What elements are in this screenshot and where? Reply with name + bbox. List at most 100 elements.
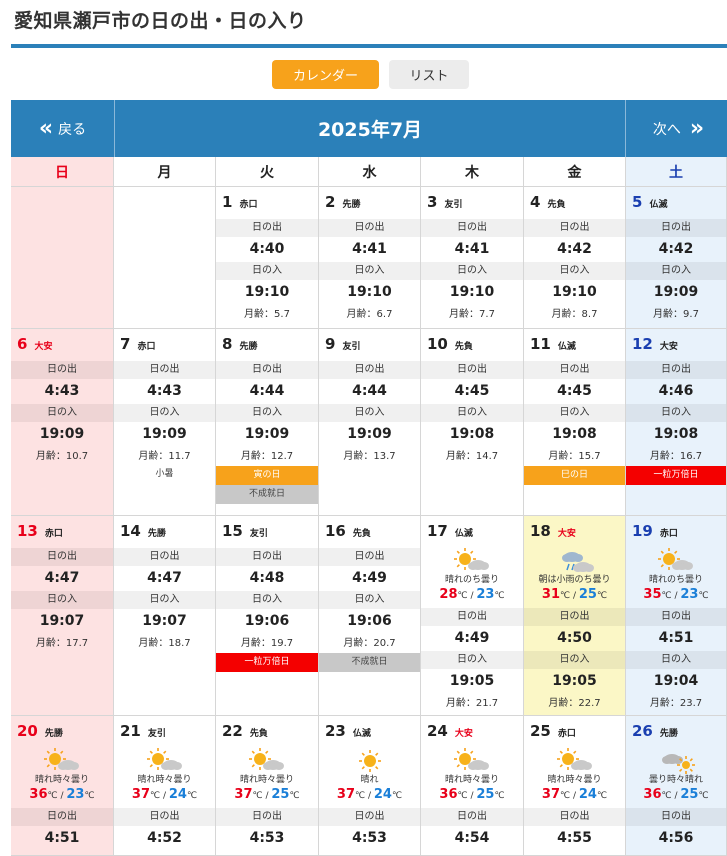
auspicious-day-tag: 寅の日 (216, 466, 318, 485)
day-number: 3 (427, 193, 438, 211)
day-cell[interactable]: 4 先負 日の出 4:42 日の入 19:10 月齢：8.7 (524, 187, 626, 328)
day-header: 22 先負 (216, 722, 318, 748)
day-cell[interactable]: 26 先勝 曇り時々晴れ 36℃ / 25℃ 日の出 4:56 (626, 716, 727, 855)
high-temp: 37 (131, 787, 150, 802)
view-toggle: カレンダー リスト (272, 60, 469, 89)
low-temp: 23 (680, 587, 699, 602)
day-cell[interactable]: 11 仏滅 日の出 4:45 日の入 19:08 月齢：15.7 巳の日 (524, 329, 626, 515)
weather-block: 曇り時々晴れ 36℃ / 25℃ (626, 748, 726, 808)
day-header: 2 先勝 (319, 193, 420, 219)
sunrise-time: 4:51 (658, 630, 694, 646)
weather-text: 晴れのち曇り (444, 575, 499, 585)
day-header: 20 先勝 (11, 722, 113, 748)
prev-month-button[interactable]: « 戻る (11, 100, 114, 157)
sunrise-label: 日の出 (626, 808, 726, 826)
sunset-time: 19:08 (653, 426, 699, 442)
weather-block: 晴れ時々曇り 37℃ / 25℃ (216, 748, 318, 808)
day-number: 13 (17, 522, 38, 540)
rokuyo-label: 仏滅 (557, 342, 576, 352)
rokuyo-label: 大安 (557, 529, 576, 539)
day-header: 17 仏滅 (421, 522, 523, 548)
sunrise-time: 4:55 (557, 830, 592, 846)
list-view-button[interactable]: リスト (389, 60, 469, 89)
sunrise-label: 日の出 (216, 219, 318, 237)
day-cell[interactable]: 3 友引 日の出 4:41 日の入 19:10 月齢：7.7 (421, 187, 524, 328)
sunset-label: 日の入 (11, 404, 113, 422)
high-temp: 31 (541, 587, 560, 602)
weather-text: 朝は小雨のち曇り (538, 575, 611, 585)
sunrise-label: 日の出 (319, 361, 420, 379)
sunrise-time: 4:56 (658, 830, 694, 846)
day-cell[interactable]: 18 大安 朝は小雨のち曇り 31℃ / 25℃ 日の出 4:50 日の入 19:05 月齢：2… (524, 516, 626, 715)
sunset-time: 19:09 (347, 426, 392, 442)
day-header: 9 友引 (319, 335, 420, 361)
sunrise-time: 4:49 (352, 570, 387, 586)
high-temp: 37 (234, 787, 253, 802)
day-cell[interactable]: 15 友引 日の出 4:48 日の入 19:06 月齢：19.7 一粒万倍日 (216, 516, 319, 715)
day-cell[interactable]: 24 大安 晴れ時々曇り 36℃ / 25℃ 日の出 4:54 (421, 716, 524, 855)
sunset-label: 日の入 (524, 404, 625, 422)
high-temp: 36 (643, 787, 662, 802)
sunrise-time: 4:44 (249, 383, 285, 399)
sunset-time: 19:10 (244, 284, 290, 300)
high-temp: 36 (439, 787, 458, 802)
day-cell[interactable]: 8 先勝 日の出 4:44 日の入 19:09 月齢：12.7 寅の日 不成就日 (216, 329, 319, 515)
moon-age: 月齢：8.7 (551, 309, 598, 320)
day-cell[interactable]: 9 友引 日の出 4:44 日の入 19:09 月齢：13.7 (319, 329, 421, 515)
moon-age: 月齢：16.7 (649, 451, 703, 462)
title-divider (11, 44, 727, 48)
day-cell[interactable]: 10 先負 日の出 4:45 日の入 19:08 月齢：14.7 (421, 329, 524, 515)
sunset-label: 日の入 (319, 262, 420, 280)
temperature: 37℃ / 24℃ (336, 787, 403, 802)
day-cell[interactable]: 7 赤口 日の出 4:43 日の入 19:09 月齢：11.7 小暑 (114, 329, 216, 515)
moon-age: 月齢：5.7 (244, 309, 290, 320)
calendar-grid: 1 赤口 日の出 4:40 日の入 19:10 月齢：5.7 2 先勝 日の出 4:41 日の入 19:… (11, 187, 727, 856)
rokuyo-label: 先勝 (659, 729, 678, 739)
sunset-time: 19:06 (244, 613, 290, 629)
sunset-time: 19:09 (653, 284, 699, 300)
rokuyo-label: 仏滅 (454, 529, 473, 539)
sun-cloud-icon (216, 748, 318, 774)
page-title: 愛知県瀬戸市の日の出・日の入り (14, 10, 307, 32)
calendar-view-button[interactable]: カレンダー (272, 60, 379, 89)
day-cell[interactable]: 21 友引 晴れ時々曇り 37℃ / 24℃ 日の出 4:52 (114, 716, 216, 855)
day-cell[interactable]: 12 大安 日の出 4:46 日の入 19:08 月齢：16.7 一粒万倍日 (626, 329, 727, 515)
day-cell[interactable]: 2 先勝 日の出 4:41 日の入 19:10 月齢：6.7 (319, 187, 421, 328)
auspicious-day-tag: 巳の日 (524, 466, 625, 485)
day-cell[interactable]: 25 赤口 晴れ時々曇り 37℃ / 24℃ 日の出 4:55 (524, 716, 626, 855)
day-cell[interactable]: 19 赤口 晴れのち曇り 35℃ / 23℃ 日の出 4:51 日の入 19:04 月齢：23.… (626, 516, 727, 715)
sunset-time: 19:08 (449, 426, 495, 442)
day-cell[interactable]: 1 赤口 日の出 4:40 日の入 19:10 月齢：5.7 (216, 187, 319, 328)
rokuyo-label: 先負 (249, 729, 268, 739)
sunrise-time: 4:47 (147, 570, 182, 586)
weather-text: 曇り時々晴れ (648, 775, 703, 785)
sunset-time: 19:05 (449, 673, 495, 689)
day-cell[interactable]: 23 仏滅 晴れ 37℃ / 24℃ 日の出 4:53 (319, 716, 421, 855)
day-header: 5 仏滅 (626, 193, 726, 219)
sun-cloud-icon (11, 748, 113, 774)
day-number: 18 (530, 522, 551, 540)
sunset-time: 19:10 (449, 284, 495, 300)
day-cell[interactable]: 16 先負 日の出 4:49 日の入 19:06 月齢：20.7 不成就日 (319, 516, 421, 715)
day-header: 10 先負 (421, 335, 523, 361)
day-cell[interactable]: 6 大安 日の出 4:43 日の入 19:09 月齢：10.7 (11, 329, 114, 515)
day-cell[interactable]: 13 赤口 日の出 4:47 日の入 19:07 月齢：17.7 (11, 516, 114, 715)
day-cell[interactable]: 17 仏滅 晴れのち曇り 28℃ / 23℃ 日の出 4:49 日の入 19:05 月齢：21.… (421, 516, 524, 715)
day-cell[interactable]: 22 先負 晴れ時々曇り 37℃ / 25℃ 日の出 4:53 (216, 716, 319, 855)
day-cell[interactable]: 14 先勝 日の出 4:47 日の入 19:07 月齢：18.7 (114, 516, 216, 715)
sunrise-label: 日の出 (421, 608, 523, 626)
low-temp: 23 (476, 587, 495, 602)
sunrise-label: 日の出 (114, 808, 215, 826)
next-month-button[interactable]: 次へ » (626, 100, 727, 157)
rokuyo-label: 友引 (444, 200, 463, 210)
day-cell[interactable]: 20 先勝 晴れ時々曇り 36℃ / 23℃ 日の出 4:51 (11, 716, 114, 855)
weather-text: 晴れ時々曇り (444, 775, 499, 785)
rokuyo-label: 先負 (547, 200, 566, 210)
day-cell[interactable]: 5 仏滅 日の出 4:42 日の入 19:09 月齢：9.7 (626, 187, 727, 328)
temperature: 37℃ / 24℃ (131, 787, 198, 802)
sunrise-time: 4:41 (454, 241, 490, 257)
day-number: 9 (325, 335, 336, 353)
next-month-label: 次へ (652, 121, 681, 138)
moon-age: 月齢：6.7 (346, 309, 393, 320)
day-number: 12 (632, 335, 653, 353)
